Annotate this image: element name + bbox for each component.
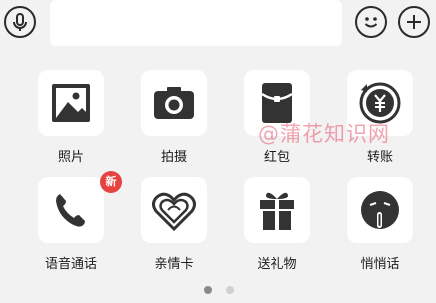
page-dot-1[interactable] (204, 286, 212, 294)
photo-item[interactable]: 照片 (26, 70, 116, 174)
phone-icon (56, 194, 85, 227)
voice-call-item[interactable]: 新 语音通话 (26, 171, 122, 281)
transfer-item[interactable]: 转账 (335, 70, 425, 174)
page-dot-2[interactable] (226, 286, 234, 294)
photo-icon (52, 84, 90, 122)
whisper-item[interactable]: 悄悄话 (335, 177, 425, 281)
gift-item[interactable]: 送礼物 (232, 177, 322, 281)
voice-call-tile[interactable] (38, 177, 104, 243)
transfer-label: 转账 (366, 150, 393, 165)
family-card-label: 亲情卡 (154, 257, 194, 272)
whisper-tile[interactable] (347, 177, 413, 243)
family-card-tile[interactable] (141, 177, 207, 243)
transfer-icon (359, 82, 401, 124)
red-packet-item[interactable]: 红包 (232, 70, 322, 174)
photo-label: 照片 (57, 150, 84, 165)
gift-icon (260, 192, 294, 230)
red-packet-icon (261, 83, 293, 123)
camera-icon (154, 87, 194, 119)
photo-tile[interactable] (38, 70, 104, 136)
red-packet-tile[interactable] (244, 70, 310, 136)
whisper-label: 悄悄话 (360, 257, 400, 272)
page-indicator (0, 284, 436, 296)
family-card-item[interactable]: 亲情卡 (129, 177, 219, 281)
new-badge: 新 (100, 171, 122, 193)
camera-tile[interactable] (141, 70, 207, 136)
transfer-tile[interactable] (347, 70, 413, 136)
gift-tile[interactable] (244, 177, 310, 243)
camera-label: 拍摄 (160, 150, 187, 165)
function-panel: 照片 拍摄 红包 转账 新 语音通话 亲情卡 送礼物 悄悄话 (0, 0, 436, 303)
gift-label: 送礼物 (257, 257, 297, 272)
family-card-icon (152, 192, 196, 232)
voice-call-label: 语音通话 (44, 257, 97, 272)
camera-item[interactable]: 拍摄 (129, 70, 219, 174)
whisper-icon (361, 191, 399, 229)
red-packet-label: 红包 (263, 150, 290, 165)
